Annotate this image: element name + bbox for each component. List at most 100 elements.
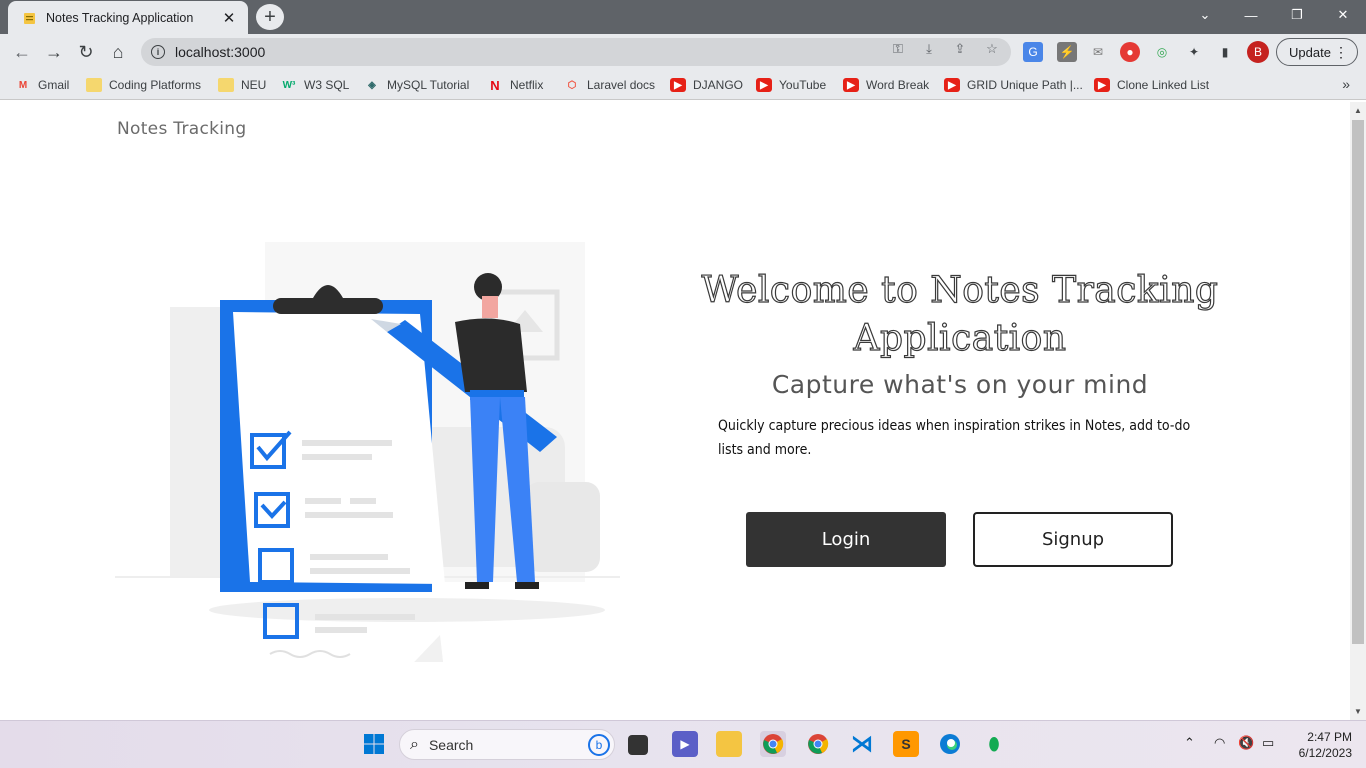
recorder-extension-icon[interactable]: ● — [1120, 42, 1140, 62]
bing-icon[interactable]: b — [588, 734, 610, 756]
page-viewport: Notes Tracking Welcome to Notes Tracking… — [0, 102, 1350, 720]
youtube-icon: ▶ — [756, 78, 772, 92]
install-icon[interactable]: ⤓ — [920, 40, 938, 58]
laravel-icon: ⬡ — [567, 79, 577, 91]
menu-kebab-icon[interactable]: ⋮ — [1334, 44, 1348, 60]
site-info-icon[interactable]: i — [151, 45, 165, 59]
show-hidden-icons[interactable]: ⌃ — [1184, 735, 1195, 751]
file-explorer-icon[interactable] — [716, 731, 742, 757]
bookmark-label: W3 SQL — [304, 78, 350, 92]
new-tab-button[interactable]: + — [256, 4, 284, 30]
chrome-icon[interactable] — [805, 731, 831, 757]
update-button[interactable]: Update ⋮ — [1276, 38, 1358, 66]
bookmark-label: YouTube — [779, 78, 827, 92]
teams-chat-icon[interactable]: ▶ — [672, 731, 698, 757]
bookmark-label: NEU — [241, 78, 267, 92]
vscode-icon[interactable]: ⋊ — [849, 731, 875, 757]
close-window-icon[interactable]: ✕ — [1320, 0, 1366, 30]
folder-icon — [218, 78, 234, 92]
netflix-icon: N — [490, 77, 500, 93]
tab-search-icon[interactable]: ⌄ — [1182, 0, 1228, 30]
tagline: Capture what's on your mind — [771, 370, 1149, 399]
youtube-icon: ▶ — [1094, 78, 1110, 92]
edge-icon[interactable] — [937, 731, 963, 757]
scroll-down-icon[interactable]: ▼ — [1354, 707, 1362, 716]
bookmark-clone-linked-list[interactable]: ▶ Clone Linked List — [1094, 76, 1209, 94]
youtube-icon: ▶ — [843, 78, 859, 92]
profile-avatar[interactable]: B — [1247, 41, 1269, 63]
bookmark-neu[interactable]: NEU — [218, 76, 266, 94]
reload-icon[interactable]: ↻ — [72, 38, 100, 66]
home-icon[interactable]: ⌂ — [104, 38, 132, 66]
bookmark-label: GRID Unique Path |... — [967, 78, 1083, 92]
mail-extension-icon[interactable]: ✉ — [1088, 42, 1108, 62]
brand-logo[interactable]: Notes Tracking — [117, 119, 246, 139]
minimize-icon[interactable]: — — [1228, 0, 1274, 30]
bookmark-label: DJANGO — [693, 78, 744, 92]
task-view-icon[interactable] — [628, 735, 648, 755]
forward-icon[interactable]: → — [40, 38, 68, 66]
login-button[interactable]: Login — [746, 512, 946, 567]
bookmark-word-break[interactable]: ▶ Word Break — [843, 76, 929, 94]
bookmark-grid-unique-path[interactable]: ▶ GRID Unique Path |... — [944, 76, 1083, 94]
wifi-icon[interactable]: ◠ — [1214, 735, 1225, 751]
restore-icon[interactable]: ❐ — [1274, 0, 1320, 30]
puzzle-extensions-icon[interactable]: ✦ — [1184, 42, 1204, 62]
clock-time: 2:47 PM — [1307, 730, 1352, 744]
signup-button[interactable]: Signup — [973, 512, 1173, 567]
notes-favicon-icon — [22, 10, 38, 26]
update-label: Update — [1289, 44, 1331, 60]
bookmark-w3-sql[interactable]: W³ W3 SQL — [281, 76, 350, 94]
taskbar-clock[interactable]: 2:47 PM 6/12/2023 — [1286, 729, 1352, 761]
checklist-illustration — [115, 242, 620, 662]
bookmark-django[interactable]: ▶ DJANGO — [670, 76, 743, 94]
key-icon[interactable]: ⚿ — [889, 40, 907, 58]
bookmark-gmail[interactable]: M Gmail — [15, 76, 70, 94]
youtube-icon: ▶ — [944, 78, 960, 92]
battery-icon[interactable]: ▭ — [1262, 735, 1274, 751]
bookmark-label: Laravel docs — [587, 78, 656, 92]
tab-title: Notes Tracking Application — [46, 10, 194, 25]
w3-icon: W³ — [282, 79, 296, 91]
page-scrollbar[interactable]: ▲ ▼ — [1350, 102, 1366, 720]
windows-taskbar: ⌕ Search b ▶ ⋊ S ⬮ ⌃ ◠ 🔇 ▭ 2:47 PM 6/12/… — [0, 720, 1366, 768]
address-bar[interactable]: i localhost:3000 — [141, 38, 1011, 66]
folder-icon — [86, 78, 102, 92]
gmail-icon: M — [18, 79, 28, 91]
bookmarks-bar: M Gmail Coding Platforms NEU W³ W3 SQL ◈… — [0, 70, 1366, 100]
mongodb-compass-icon[interactable]: ⬮ — [981, 731, 1007, 757]
more-bookmarks-icon[interactable]: » — [1342, 76, 1350, 92]
close-tab-icon[interactable]: ✕ — [220, 9, 238, 27]
translate-extension-icon[interactable]: G — [1023, 42, 1043, 62]
bookmark-mysql-tutorial[interactable]: ◈ MySQL Tutorial — [364, 76, 469, 94]
url-text: localhost:3000 — [175, 44, 266, 60]
extension-icon[interactable]: ⚡ — [1057, 42, 1077, 62]
bookmark-youtube[interactable]: ▶ YouTube — [756, 76, 826, 94]
scrollbar-thumb[interactable] — [1352, 120, 1364, 644]
bookmark-laravel-docs[interactable]: ⬡ Laravel docs — [564, 76, 655, 94]
scroll-up-icon[interactable]: ▲ — [1354, 106, 1362, 115]
back-icon[interactable]: ← — [8, 38, 36, 66]
windows-start-icon[interactable] — [361, 731, 387, 757]
bookmark-label: MySQL Tutorial — [387, 78, 470, 92]
chrome-profile-icon[interactable] — [760, 731, 786, 757]
bookmark-label: Word Break — [866, 78, 930, 92]
welcome-heading: Welcome to Notes Tracking Application — [701, 269, 1219, 359]
taskbar-search-box[interactable]: ⌕ Search b — [399, 729, 615, 760]
share-icon[interactable]: ⇪ — [951, 40, 969, 58]
bookmark-star-icon[interactable]: ☆ — [983, 40, 1001, 58]
search-label: Search — [428, 736, 474, 753]
bookmark-coding-platforms[interactable]: Coding Platforms — [86, 76, 201, 94]
sublime-text-icon[interactable]: S — [893, 731, 919, 757]
youtube-icon: ▶ — [670, 78, 686, 92]
color-extension-icon[interactable]: ◎ — [1152, 42, 1172, 62]
clock-date: 6/12/2023 — [1298, 746, 1352, 760]
volume-mute-icon[interactable]: 🔇 — [1238, 735, 1254, 751]
bookmark-netflix[interactable]: N Netflix — [487, 76, 543, 94]
bookmark-label: Netflix — [510, 78, 544, 92]
browser-title-bar: Notes Tracking Application ✕ + ⌄ — ❐ ✕ — [0, 0, 1366, 34]
mysql-icon: ◈ — [368, 79, 376, 91]
side-panel-icon[interactable]: ▮ — [1215, 42, 1235, 62]
bookmark-label: Clone Linked List — [1117, 78, 1210, 92]
browser-tab[interactable]: Notes Tracking Application ✕ — [8, 1, 248, 34]
